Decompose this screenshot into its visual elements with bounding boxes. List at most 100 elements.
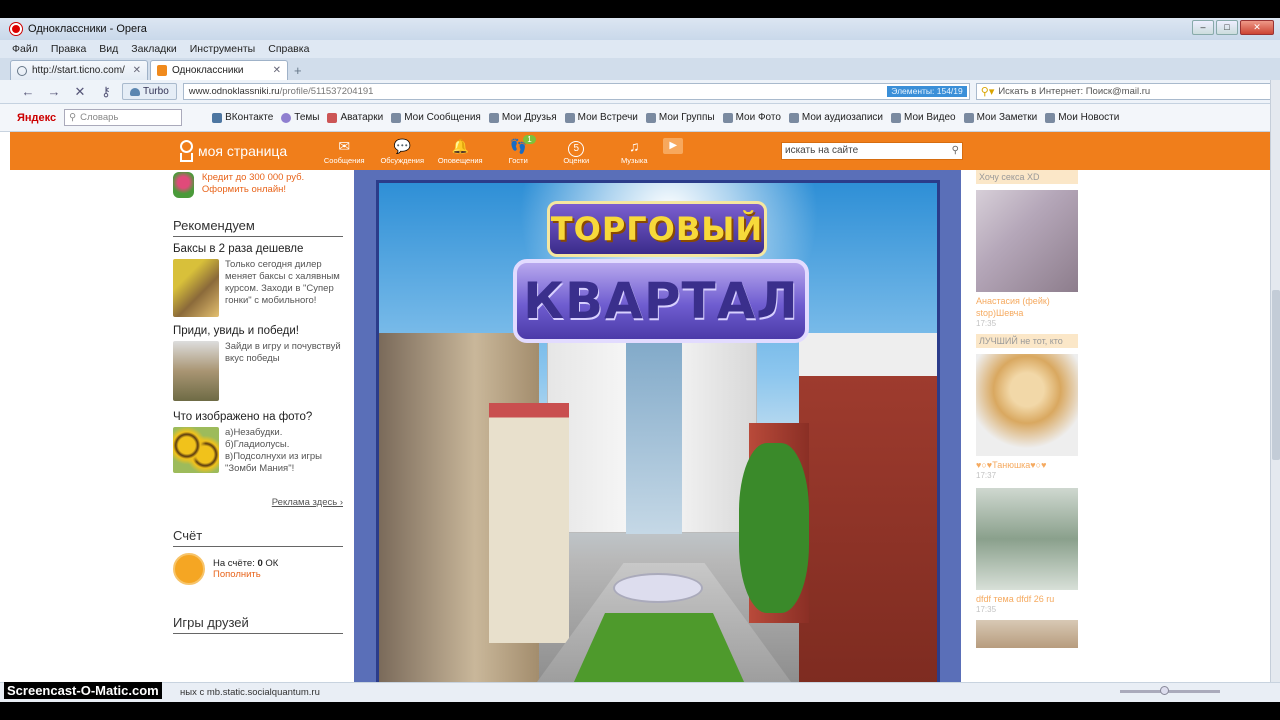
ad-item[interactable]: а)Незабудки. б)Гладиолусы. в)Подсолнухи … <box>173 427 343 475</box>
search-engine-icon[interactable]: ⚲▾ <box>981 85 995 98</box>
ok-header: моя страница ✉ Сообщения 💬 Обсуждения 🔔 Опо… <box>10 132 1272 170</box>
bookmark-friends[interactable]: Мои Друзья <box>488 112 557 123</box>
zoom-handle[interactable] <box>1160 686 1169 695</box>
guest-card[interactable]: ЛУЧШИЙ не тот, кто ♥○♥Танюшка♥○♥ 17:37 <box>976 334 1086 480</box>
nav-label: Оценки <box>563 155 590 165</box>
credit-ad[interactable]: Кредит до 300 000 руб. Оформить онлайн! <box>173 172 343 198</box>
bookmark-meetings[interactable]: Мои Встречи <box>564 112 638 123</box>
bookmark-photos[interactable]: Мои Фото <box>722 112 781 123</box>
nav-music[interactable]: ♫ Музыка <box>605 138 663 165</box>
yandex-logo[interactable]: Яндекс <box>17 112 56 124</box>
menu-view[interactable]: Вид <box>99 43 118 55</box>
game-canvas[interactable]: ТОРГОВЫЙ КВАРТАЛ <box>376 180 940 690</box>
url-input[interactable]: www.odnoklassniki.ru/profile/51153720419… <box>182 83 970 100</box>
ad-title[interactable]: Что изображено на фото? <box>173 411 343 423</box>
menu-bookmarks[interactable]: Закладки <box>131 43 176 55</box>
nav-label: Оповещения <box>437 155 483 165</box>
close-tab-icon[interactable]: ✕ <box>133 65 141 76</box>
bookmark-vkontakte[interactable]: ВКонтакте <box>212 112 273 123</box>
guest-name[interactable]: ♥○♥Танюшка♥○♥ <box>976 459 1086 471</box>
bookmark-label: Мои Видео <box>904 112 956 123</box>
bookmark-audio[interactable]: Мои аудиозаписи <box>788 112 883 123</box>
ad-item[interactable]: Только сегодня дилер меняет баксы с халя… <box>173 259 343 317</box>
envelope-icon <box>391 112 402 123</box>
page-content: Кредит до 300 000 руб. Оформить онлайн! … <box>10 170 1272 700</box>
game-frame[interactable]: ТОРГОВЫЙ КВАРТАЛ <box>354 170 961 700</box>
nav-messages[interactable]: ✉ Сообщения <box>315 138 373 165</box>
guest-card[interactable]: dfdf тема dfdf 26 ru 17:35 <box>976 488 1086 614</box>
bookmark-news[interactable]: Мои Новости <box>1045 112 1119 123</box>
game-logo-top: ТОРГОВЫЙ <box>547 201 767 257</box>
advertise-link[interactable]: Реклама здесь › <box>173 497 343 508</box>
guest-status: Хочу секса XD <box>976 170 1078 184</box>
guest-photo[interactable] <box>976 354 1078 456</box>
ad-title[interactable]: Баксы в 2 раза дешевле <box>173 243 343 255</box>
tab-odnoklassniki[interactable]: Одноклассники ✕ <box>150 60 288 80</box>
site-search-input[interactable]: искать на сайте ⚲ <box>781 142 963 160</box>
web-search-input[interactable]: ⚲▾ Искать в Интернет: Поиск@mail.ru <box>975 83 1272 100</box>
guest-name[interactable]: dfdf тема dfdf 26 ru <box>976 593 1086 605</box>
bookmark-label: ВКонтакте <box>225 112 274 123</box>
ok-logo-icon <box>178 140 193 162</box>
topup-link[interactable]: Пополнить <box>213 569 278 580</box>
ad-title[interactable]: Приди, увидь и победи! <box>173 325 343 337</box>
dictionary-input[interactable]: ⚲ Словарь <box>64 109 183 126</box>
scroll-thumb[interactable] <box>1272 290 1280 460</box>
account-value: 0 <box>257 558 263 569</box>
close-tab-icon[interactable]: ✕ <box>273 65 281 76</box>
search-icon[interactable]: ⚲ <box>952 143 959 159</box>
url-host: www.odnoklassniki.ru <box>188 86 280 97</box>
stop-button[interactable]: ✕ <box>70 84 90 100</box>
zoom-slider[interactable] <box>1120 686 1220 695</box>
nav-notifications[interactable]: 🔔 Оповещения <box>431 138 489 165</box>
menu-file[interactable]: Файл <box>12 43 38 55</box>
guests-column: Хочу секса XD Анастасия (фейк) stop)Шевч… <box>976 170 1086 654</box>
bookmark-label: Аватарки <box>340 112 384 123</box>
maximize-button[interactable]: □ <box>1216 20 1238 35</box>
guest-card[interactable] <box>976 620 1086 648</box>
tab-start[interactable]: http://start.ticno.com/ ✕ <box>10 60 148 80</box>
bookmark-label: Мои Встречи <box>577 112 638 123</box>
forward-button[interactable]: → <box>44 84 64 99</box>
nav-guests[interactable]: 👣 1 Гости <box>489 134 547 165</box>
close-window-button[interactable]: ✕ <box>1240 20 1274 35</box>
menu-help[interactable]: Справка <box>268 43 309 55</box>
ad-text: а)Незабудки. б)Гладиолусы. в)Подсолнухи … <box>225 427 323 474</box>
guest-photo[interactable] <box>976 190 1078 292</box>
guest-card[interactable]: Хочу секса XD Анастасия (фейк) stop)Шевч… <box>976 170 1086 328</box>
ok-favicon-icon <box>157 65 167 76</box>
nav-ratings[interactable]: 5 Оценки <box>547 138 605 165</box>
key-icon[interactable]: ⚷ <box>96 84 116 100</box>
menu-edit[interactable]: Правка <box>51 43 86 55</box>
ad-image[interactable] <box>173 341 219 401</box>
guest-time: 17:35 <box>976 605 997 614</box>
bookmark-avatars[interactable]: Аватарки <box>327 112 383 123</box>
guest-time: 17:37 <box>976 471 997 480</box>
guest-photo[interactable] <box>976 488 1078 590</box>
turbo-button[interactable]: Turbo <box>122 83 177 100</box>
ad-image[interactable] <box>173 259 219 317</box>
minimize-button[interactable]: – <box>1192 20 1214 35</box>
bookmark-themes[interactable]: Темы <box>281 112 319 123</box>
guest-photo[interactable] <box>976 620 1078 648</box>
bookmark-groups[interactable]: Мои Группы <box>645 112 715 123</box>
guest-name[interactable]: Анастасия (фейк) stop)Шевча <box>976 295 1086 319</box>
window-title: Одноклассники - Opera <box>28 23 147 35</box>
dictionary-placeholder: Словарь <box>80 112 119 123</box>
back-button[interactable]: ← <box>18 84 38 99</box>
film-icon <box>891 112 902 123</box>
bookmark-label: Мои Новости <box>1058 112 1120 123</box>
bookmark-notes[interactable]: Мои Заметки <box>963 112 1037 123</box>
ad-image[interactable] <box>173 427 219 473</box>
ratings-count: 5 <box>568 140 585 157</box>
ok-logo[interactable]: моя страница <box>178 140 287 162</box>
ad-item[interactable]: Зайди в игру и почувствуй вкус победы <box>173 341 343 401</box>
new-tab-button[interactable]: + <box>294 63 302 78</box>
menu-tools[interactable]: Инструменты <box>190 43 255 55</box>
nav-discussions[interactable]: 💬 Обсуждения <box>373 138 431 165</box>
bookmark-video[interactable]: Мои Видео <box>891 112 956 123</box>
search-placeholder: Искать в Интернет: Поиск@mail.ru <box>998 86 1151 97</box>
bookmark-messages[interactable]: Мои Сообщения <box>391 112 481 123</box>
play-button[interactable]: ▶ <box>663 137 684 165</box>
page-scrollbar[interactable] <box>1270 80 1280 700</box>
